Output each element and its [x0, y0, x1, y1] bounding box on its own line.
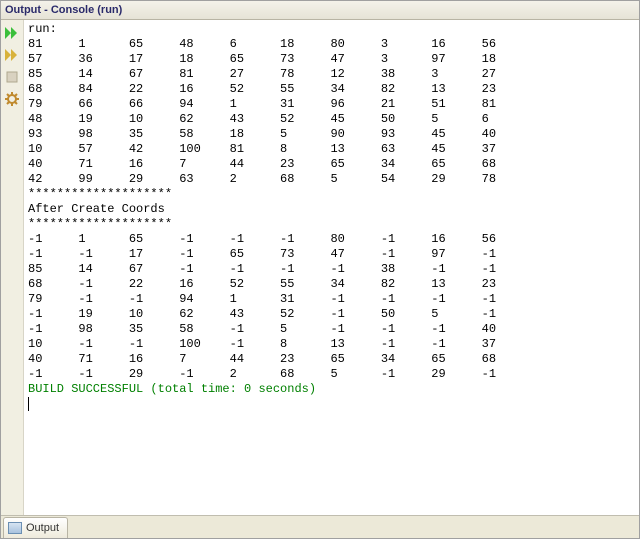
output-tab-label: Output	[26, 518, 59, 538]
panel-title-text: Output - Console (run)	[5, 4, 122, 16]
output-panel: Output - Console (run)	[0, 0, 640, 539]
stop-icon	[6, 71, 18, 83]
double-play-icon	[5, 27, 19, 39]
bottom-tab-bar: Output	[1, 515, 639, 538]
panel-title: Output - Console (run)	[1, 1, 639, 20]
settings-button[interactable]	[2, 89, 22, 109]
output-tab[interactable]: Output	[3, 517, 68, 538]
console-toolbar	[1, 20, 24, 515]
run-button[interactable]	[2, 45, 22, 65]
rerun-button[interactable]	[2, 23, 22, 43]
play-icon	[5, 49, 19, 61]
console-output[interactable]: run: 81 1 65 48 6 18 80 3 16 56 57 36 17…	[24, 20, 639, 515]
console-text: run: 81 1 65 48 6 18 80 3 16 56 57 36 17…	[28, 22, 532, 381]
gear-icon	[5, 92, 19, 106]
build-success-message: BUILD SUCCESSFUL (total time: 0 seconds)	[28, 382, 316, 396]
text-cursor	[28, 397, 29, 411]
output-tab-icon	[8, 522, 22, 534]
stop-button[interactable]	[2, 67, 22, 87]
panel-body: run: 81 1 65 48 6 18 80 3 16 56 57 36 17…	[1, 20, 639, 515]
